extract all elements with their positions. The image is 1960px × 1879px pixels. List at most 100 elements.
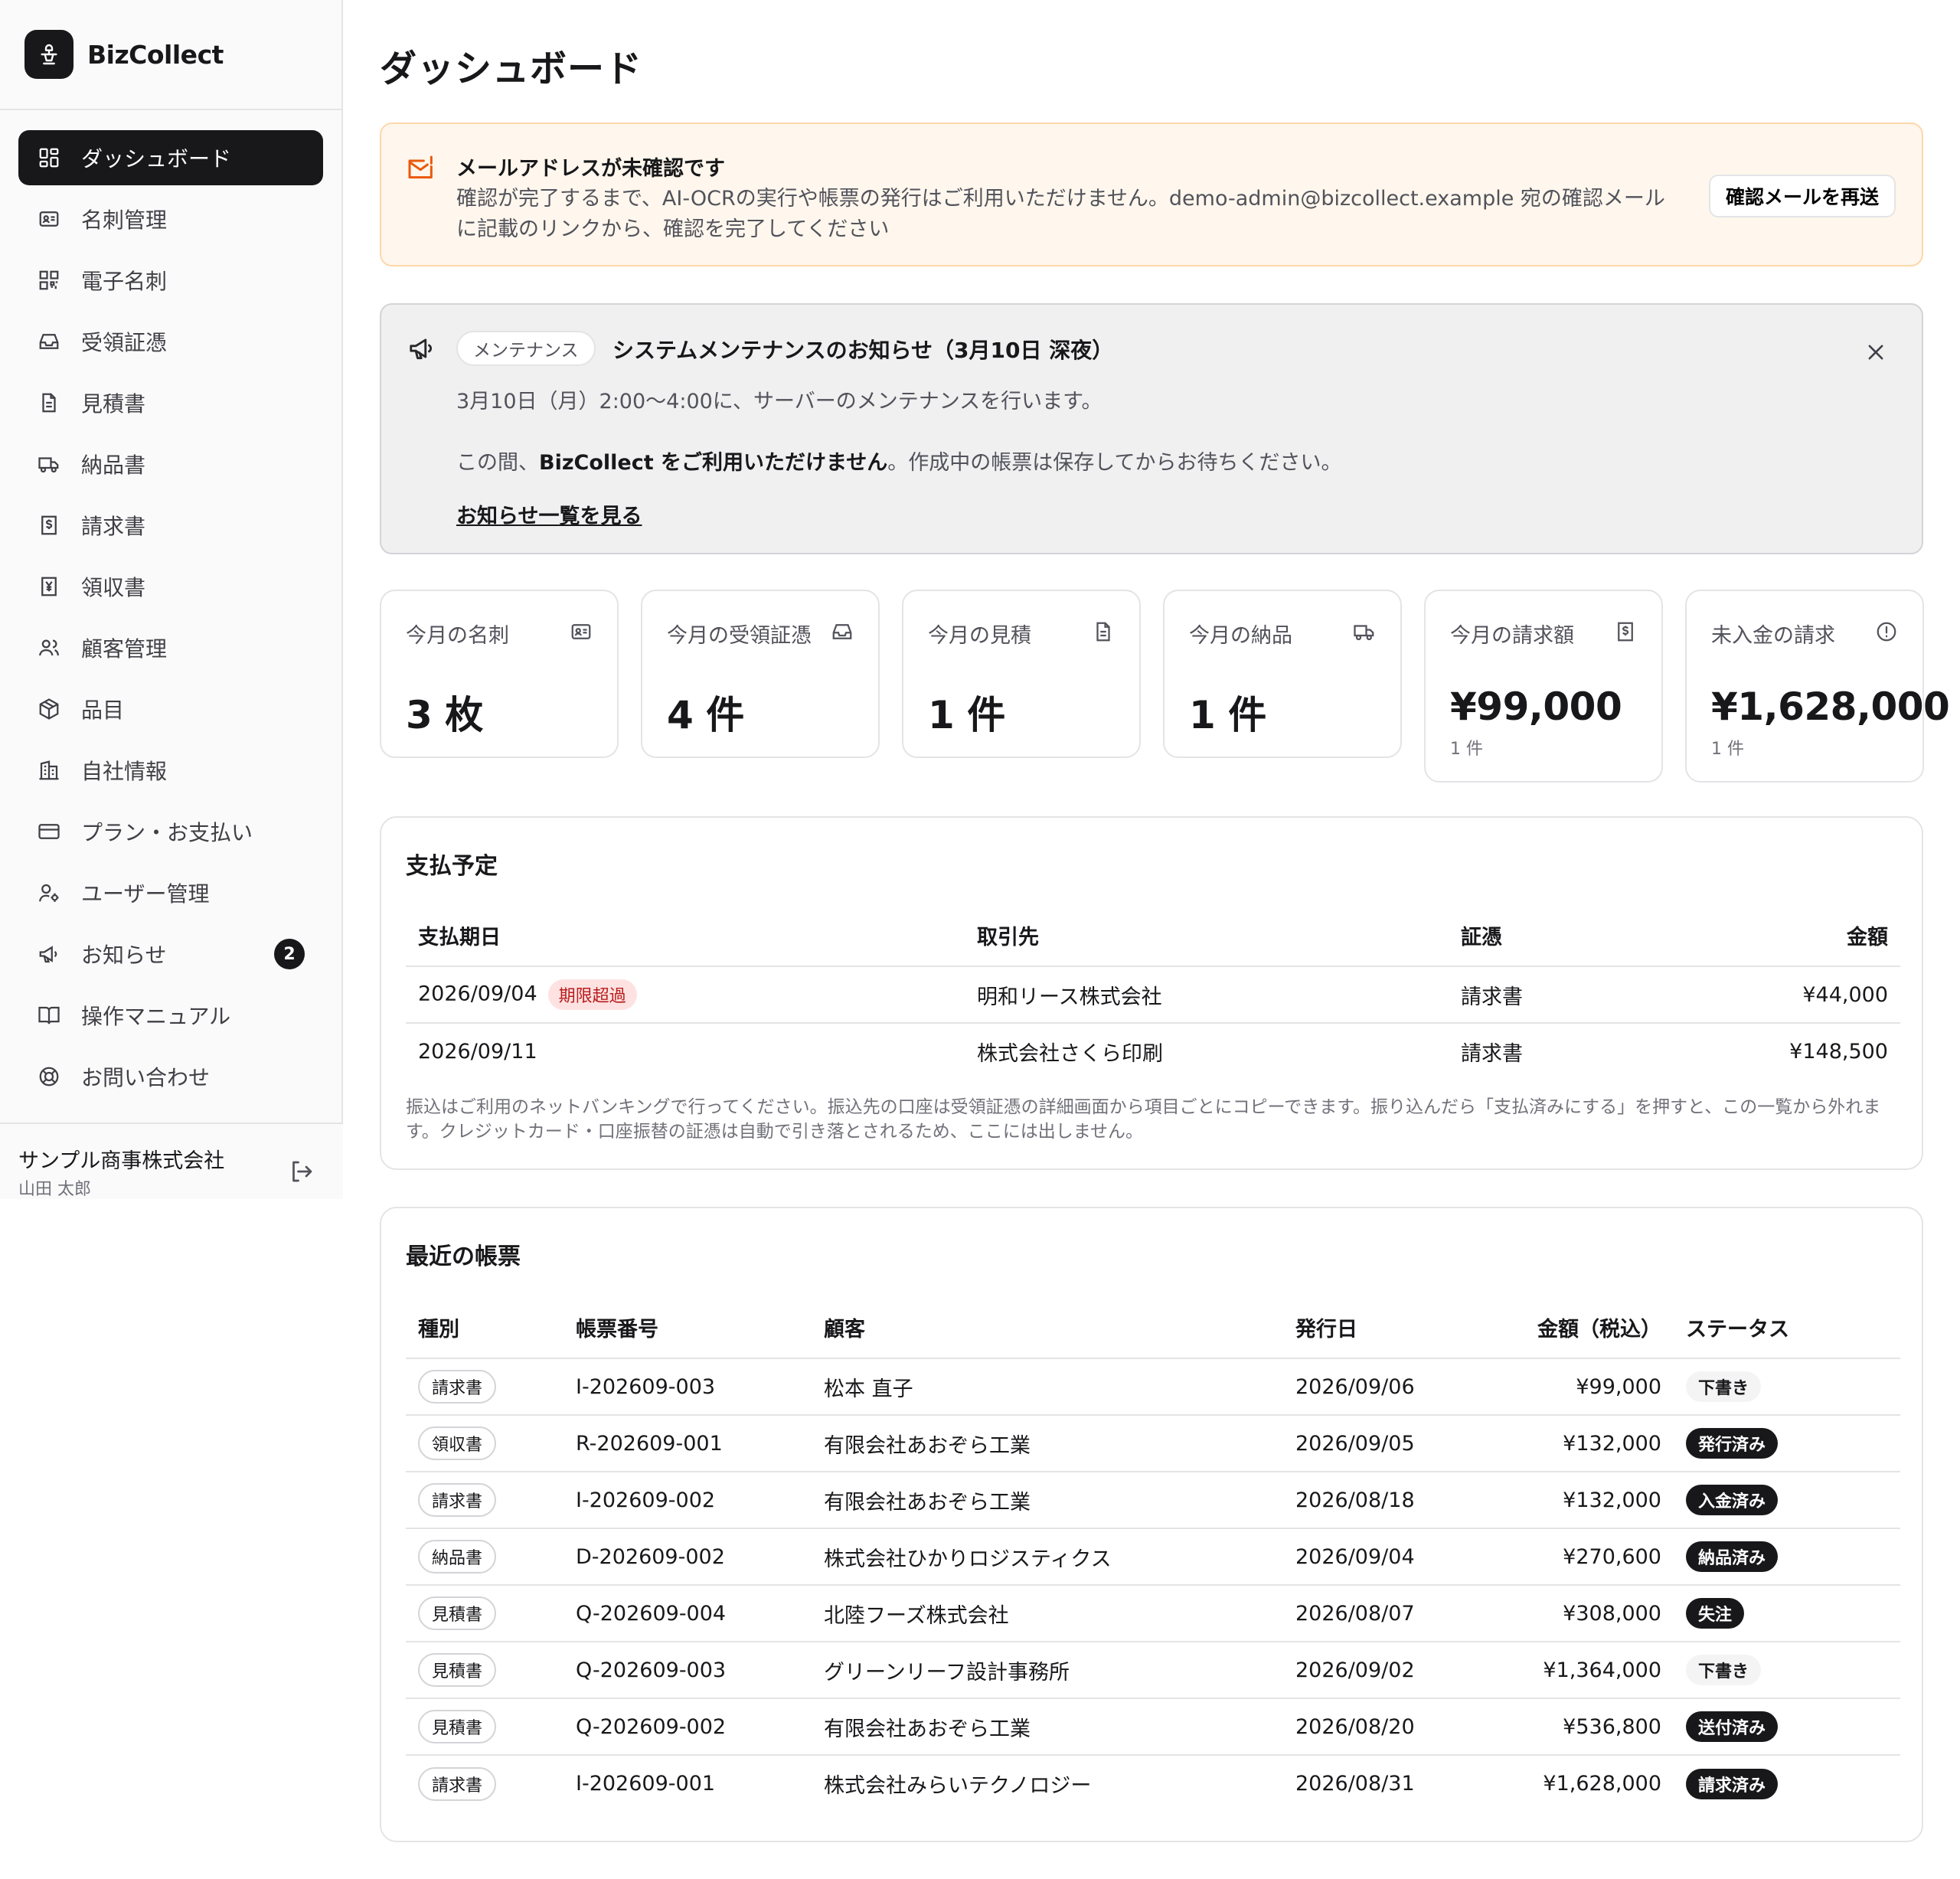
sidebar-item-label: 受領証憑 — [81, 330, 168, 355]
stat-card-deliveries[interactable]: 今月の納品 1 件 — [1163, 590, 1402, 758]
column-header[interactable]: 帳票番号 — [564, 1297, 812, 1359]
sidebar-item-delivery-notes[interactable]: 納品書 — [18, 436, 323, 492]
sidebar-item-label: 操作マニュアル — [81, 1004, 231, 1029]
column-header[interactable]: 支払期日 — [406, 905, 965, 967]
amount-cell: ¥132,000 — [1505, 1472, 1674, 1529]
document-number-cell[interactable]: R-202609-001 — [564, 1415, 812, 1472]
table-row[interactable]: 請求書 I-202609-002 有限会社あおぞら工業 2026/08/18 ¥132,… — [406, 1472, 1900, 1529]
document-number-cell[interactable]: I-202609-003 — [564, 1358, 812, 1416]
sidebar-item-label: お知らせ — [81, 943, 167, 968]
receipt-yen-icon — [37, 574, 61, 599]
brand[interactable]: BizCollect — [0, 0, 341, 110]
inbox-icon — [37, 329, 61, 354]
overdue-badge: 期限超過 — [547, 979, 637, 1010]
document-number-cell[interactable]: Q-202609-003 — [564, 1642, 812, 1699]
status-badge: 発行済み — [1686, 1428, 1779, 1459]
column-header[interactable]: 金額 — [1678, 905, 1900, 967]
table-row[interactable]: 2026/09/04 期限超過 明和リース株式会社 請求書 ¥44,000 — [406, 966, 1900, 1024]
column-header[interactable]: 種別 — [406, 1297, 564, 1359]
issue-date-cell: 2026/09/02 — [1283, 1642, 1505, 1699]
column-header[interactable]: 取引先 — [965, 905, 1449, 967]
table-row[interactable]: 2026/09/11 株式会社さくら印刷 請求書 ¥148,500 — [406, 1023, 1900, 1080]
document-number-cell[interactable]: I-202609-002 — [564, 1472, 812, 1529]
notice-line-2-suffix: 。作成中の帳票は保存してからお待ちください。 — [887, 451, 1342, 475]
issue-date-cell: 2026/08/20 — [1283, 1698, 1505, 1756]
due-date-cell: 2026/09/04 期限超過 — [406, 966, 965, 1024]
sidebar-item-company-info[interactable]: 自社情報 — [18, 743, 323, 798]
sidebar-item-announcements[interactable]: お知らせ 2 — [18, 926, 323, 982]
column-header[interactable]: 金額（税込） — [1505, 1297, 1674, 1359]
stat-label: 今月の請求額 — [1450, 624, 1574, 648]
logout-icon[interactable] — [288, 1158, 315, 1185]
stat-card-business-cards[interactable]: 今月の名刺 3 枚 — [380, 590, 619, 758]
stat-card-invoiced-amount[interactable]: 今月の請求額 ¥99,000 1 件 — [1424, 590, 1663, 783]
sidebar-item-received-docs[interactable]: 受領証憑 — [18, 314, 323, 369]
type-cell: 見積書 — [406, 1642, 564, 1699]
stat-label: 今月の納品 — [1189, 624, 1292, 648]
partner-cell: 明和リース株式会社 — [965, 966, 1449, 1024]
status-cell: 下書き — [1674, 1358, 1900, 1416]
stat-card-received-docs[interactable]: 今月の受領証憑 4 件 — [641, 590, 880, 758]
page-title: ダッシュボード — [380, 47, 643, 90]
document-number-cell[interactable]: Q-202609-004 — [564, 1585, 812, 1642]
stat-label: 未入金の請求 — [1711, 624, 1835, 648]
maintenance-notice: メンテナンス システムメンテナンスのお知らせ（3月10日 深夜） 3月10日（月… — [380, 303, 1923, 554]
company-name: サンプル商事株式会社 — [18, 1149, 225, 1173]
view-all-notices-link[interactable]: お知らせ一覧を見る — [456, 499, 642, 529]
document-number-cell[interactable]: Q-202609-002 — [564, 1698, 812, 1756]
dashboard-icon — [37, 145, 61, 170]
sidebar-item-contact[interactable]: お問い合わせ — [18, 1049, 323, 1104]
sidebar-item-label: お問い合わせ — [81, 1065, 211, 1090]
column-header[interactable]: 顧客 — [812, 1297, 1283, 1359]
table-row[interactable]: 請求書 I-202609-003 松本 直子 2026/09/06 ¥99,000 下書き — [406, 1358, 1900, 1416]
amount-cell: ¥132,000 — [1505, 1415, 1674, 1472]
notice-line-1: 3月10日（月）2:00〜4:00に、サーバーのメンテナンスを行います。 — [456, 390, 1102, 413]
type-cell: 見積書 — [406, 1698, 564, 1756]
column-header[interactable]: 証憑 — [1449, 905, 1678, 967]
status-badge: 送付済み — [1686, 1711, 1779, 1742]
truck-icon — [37, 452, 61, 476]
type-cell: 請求書 — [406, 1472, 564, 1529]
sidebar-item-receipts[interactable]: 領収書 — [18, 559, 323, 614]
sidebar-item-products[interactable]: 品目 — [18, 681, 323, 737]
sidebar-item-business-cards[interactable]: 名刺管理 — [18, 191, 323, 247]
stat-subtext: 1 件 — [1450, 740, 1483, 759]
qr-code-icon — [37, 268, 61, 292]
table-row[interactable]: 領収書 R-202609-001 有限会社あおぞら工業 2026/09/05 ¥132,… — [406, 1415, 1900, 1472]
stat-card-unpaid-invoices[interactable]: 未入金の請求 ¥1,628,000 1 件 — [1685, 590, 1950, 783]
alert-title: メールアドレスが未確認です — [456, 157, 725, 181]
sidebar-item-quotes[interactable]: 見積書 — [18, 375, 323, 430]
sidebar-item-customers[interactable]: 顧客管理 — [18, 620, 323, 675]
sidebar-item-user-management[interactable]: ユーザー管理 — [18, 865, 323, 920]
resend-verification-button[interactable]: 確認メールを再送 — [1708, 175, 1896, 217]
issue-date-cell: 2026/08/07 — [1283, 1585, 1505, 1642]
table-row[interactable]: 納品書 D-202609-002 株式会社ひかりロジスティクス 2026/09/04 ¥… — [406, 1528, 1900, 1586]
stat-card-quotes[interactable]: 今月の見積 1 件 — [902, 590, 1141, 758]
email-unverified-alert: メールアドレスが未確認です 確認が完了するまで、AI-OCRの実行や帳票の発行は… — [380, 123, 1923, 266]
table-row[interactable]: 請求書 I-202609-001 株式会社みらいテクノロジー 2026/08/31 ¥1… — [406, 1755, 1900, 1812]
table-row[interactable]: 見積書 Q-202609-003 グリーンリーフ設計事務所 2026/09/02 ¥1,… — [406, 1642, 1900, 1699]
sidebar-item-manual[interactable]: 操作マニュアル — [18, 988, 323, 1043]
amount-cell: ¥1,628,000 — [1543, 1772, 1661, 1796]
column-header[interactable]: 発行日 — [1283, 1297, 1505, 1359]
table-row[interactable]: 見積書 Q-202609-002 有限会社あおぞら工業 2026/08/20 ¥536,… — [406, 1698, 1900, 1756]
document-number-cell[interactable]: D-202609-002 — [564, 1528, 812, 1586]
customer-cell: 株式会社みらいテクノロジー — [824, 1774, 1092, 1798]
sidebar-item-plan-billing[interactable]: プラン・お支払い — [18, 804, 323, 859]
sidebar-item-invoices[interactable]: 請求書 — [18, 498, 323, 553]
inbox-icon — [831, 620, 854, 643]
table-row[interactable]: 見積書 Q-202609-004 北陸フーズ株式会社 2026/08/07 ¥308,0… — [406, 1585, 1900, 1642]
close-icon[interactable] — [1865, 341, 1886, 363]
sidebar-item-label: プラン・お支払い — [81, 820, 253, 845]
sidebar-item-label: 自社情報 — [81, 759, 168, 784]
sidebar-item-digital-cards[interactable]: 電子名刺 — [18, 253, 323, 308]
status-cell: 発行済み — [1674, 1415, 1900, 1472]
notice-category-tag: メンテナンス — [456, 331, 596, 366]
table-header-row: 支払期日 取引先 証憑 金額 — [406, 905, 1900, 967]
status-cell: 下書き — [1674, 1642, 1900, 1699]
document-number-cell[interactable]: I-202609-001 — [564, 1755, 812, 1812]
column-header[interactable]: ステータス — [1674, 1297, 1900, 1359]
sidebar-item-dashboard[interactable]: ダッシュボード — [18, 130, 323, 185]
megaphone-icon — [37, 942, 61, 966]
brand-logo-icon — [24, 30, 74, 79]
